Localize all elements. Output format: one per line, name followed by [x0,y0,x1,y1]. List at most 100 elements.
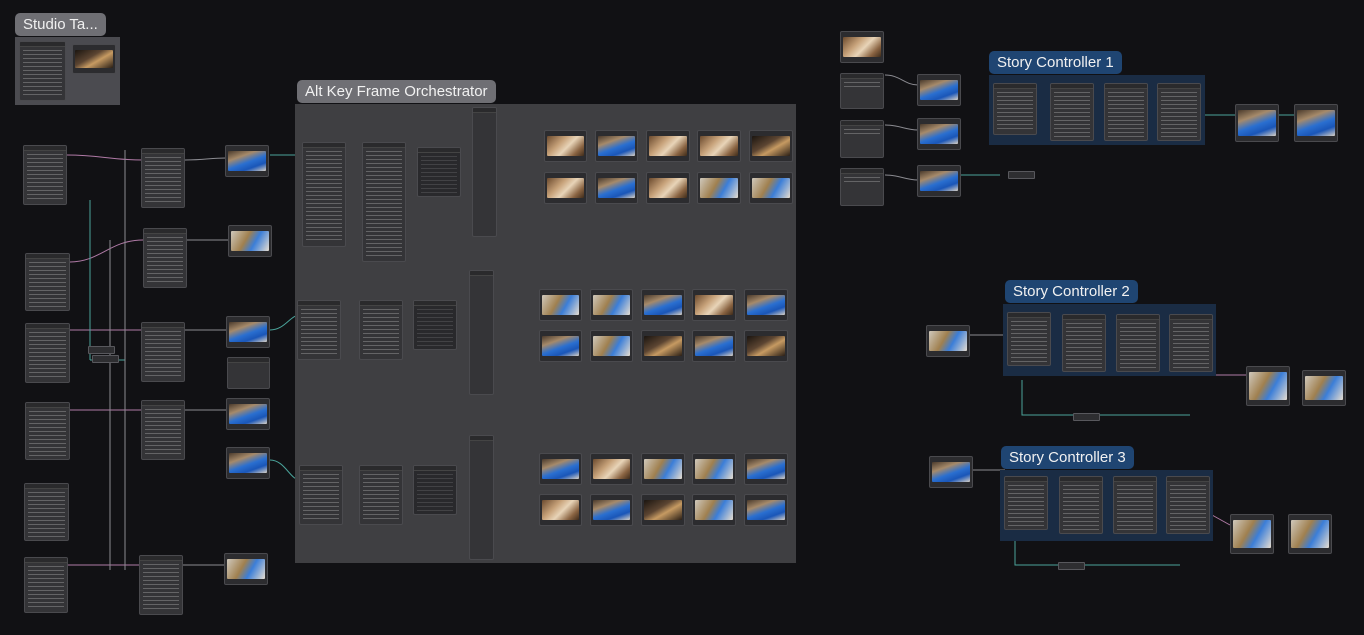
image-node[interactable] [544,130,587,162]
text-node[interactable] [299,465,343,525]
image-node[interactable] [539,453,582,485]
image-node[interactable] [590,453,633,485]
image-node[interactable] [697,130,741,162]
image-node[interactable] [590,289,633,321]
processor-node[interactable] [139,555,183,615]
image-node[interactable] [692,453,736,485]
image-node[interactable] [641,494,685,526]
image-node[interactable] [1246,366,1290,406]
image-node[interactable] [1235,104,1279,142]
node-graph-canvas[interactable]: Studio Ta... Alt Key Frame Orchestrator [0,0,1364,635]
image-node[interactable] [225,145,269,177]
prompt-node[interactable] [24,557,68,613]
text-node[interactable] [993,83,1037,135]
group-story3-title[interactable]: Story Controller 3 [1001,446,1134,469]
switch-node[interactable] [469,270,494,395]
text-node[interactable] [359,300,403,360]
text-node[interactable] [1113,476,1157,534]
reroute-node[interactable] [1058,562,1085,570]
text-node[interactable] [1116,314,1160,372]
text-node[interactable] [1062,314,1106,372]
image-node[interactable] [539,494,582,526]
output-node[interactable] [413,465,457,515]
image-node[interactable] [226,316,270,348]
reroute-node[interactable] [88,346,115,354]
text-node[interactable] [19,41,66,101]
text-node[interactable] [1059,476,1103,534]
group-story-controller-3[interactable]: Story Controller 3 [1000,446,1213,541]
prompt-node[interactable] [24,483,69,541]
image-node[interactable] [646,130,690,162]
group-story-controller-2[interactable]: Story Controller 2 [1003,280,1216,376]
image-node[interactable] [641,289,685,321]
image-node[interactable] [926,325,970,357]
group-alt-key-frame[interactable]: Alt Key Frame Orchestrator [295,80,796,563]
image-node[interactable] [692,289,736,321]
text-node[interactable] [1007,312,1051,366]
image-node[interactable] [641,453,685,485]
image-node[interactable] [929,456,973,488]
note-node[interactable] [227,357,270,389]
text-node[interactable] [1004,476,1048,530]
image-node[interactable] [749,130,793,162]
image-node[interactable] [226,447,270,479]
text-node[interactable] [1104,83,1148,141]
prompt-node[interactable] [25,253,70,311]
image-node[interactable] [1288,514,1332,554]
reroute-node[interactable] [1073,413,1100,421]
image-node[interactable] [744,330,788,362]
text-node[interactable] [362,142,406,262]
prompt-node[interactable] [25,402,70,460]
image-node[interactable] [590,494,633,526]
image-node[interactable] [744,453,788,485]
text-node[interactable] [840,168,884,206]
image-node[interactable] [539,330,582,362]
text-node[interactable] [297,300,341,360]
image-node[interactable] [697,172,741,204]
output-node[interactable] [417,147,461,197]
image-node[interactable] [692,494,736,526]
image-node[interactable] [228,225,272,257]
prompt-node[interactable] [23,145,67,205]
output-node[interactable] [413,300,457,350]
text-node[interactable] [359,465,403,525]
text-node[interactable] [1157,83,1201,141]
image-node[interactable] [840,31,884,63]
image-node[interactable] [595,130,638,162]
image-node[interactable] [692,330,736,362]
group-story-controller-1[interactable]: Story Controller 1 [989,51,1205,145]
processor-node[interactable] [141,148,185,208]
image-node[interactable] [641,330,685,362]
image-node[interactable] [749,172,793,204]
text-node[interactable] [1166,476,1210,534]
image-node[interactable] [1302,370,1346,406]
text-node[interactable] [840,120,884,158]
image-node[interactable] [744,494,788,526]
switch-node[interactable] [472,107,497,237]
text-node[interactable] [302,142,346,247]
switch-node[interactable] [469,435,494,560]
image-node[interactable] [1294,104,1338,142]
image-node[interactable] [917,74,961,106]
image-node[interactable] [544,172,587,204]
reroute-node[interactable] [92,355,119,363]
group-story2-title[interactable]: Story Controller 2 [1005,280,1138,303]
image-node[interactable] [539,289,582,321]
processor-node[interactable] [141,322,185,382]
image-node[interactable] [917,118,961,150]
text-node[interactable] [1050,83,1094,141]
group-alt-title[interactable]: Alt Key Frame Orchestrator [297,80,496,103]
processor-node[interactable] [141,400,185,460]
image-node[interactable] [590,330,633,362]
image-node[interactable] [224,553,268,585]
text-node[interactable] [1169,314,1213,372]
image-node[interactable] [744,289,788,321]
image-node[interactable] [72,44,116,74]
group-story1-title[interactable]: Story Controller 1 [989,51,1122,74]
prompt-node[interactable] [25,323,70,383]
image-node[interactable] [646,172,690,204]
text-node[interactable] [840,73,884,109]
image-node[interactable] [226,398,270,430]
processor-node[interactable] [143,228,187,288]
group-studio-title[interactable]: Studio Ta... [15,13,106,36]
